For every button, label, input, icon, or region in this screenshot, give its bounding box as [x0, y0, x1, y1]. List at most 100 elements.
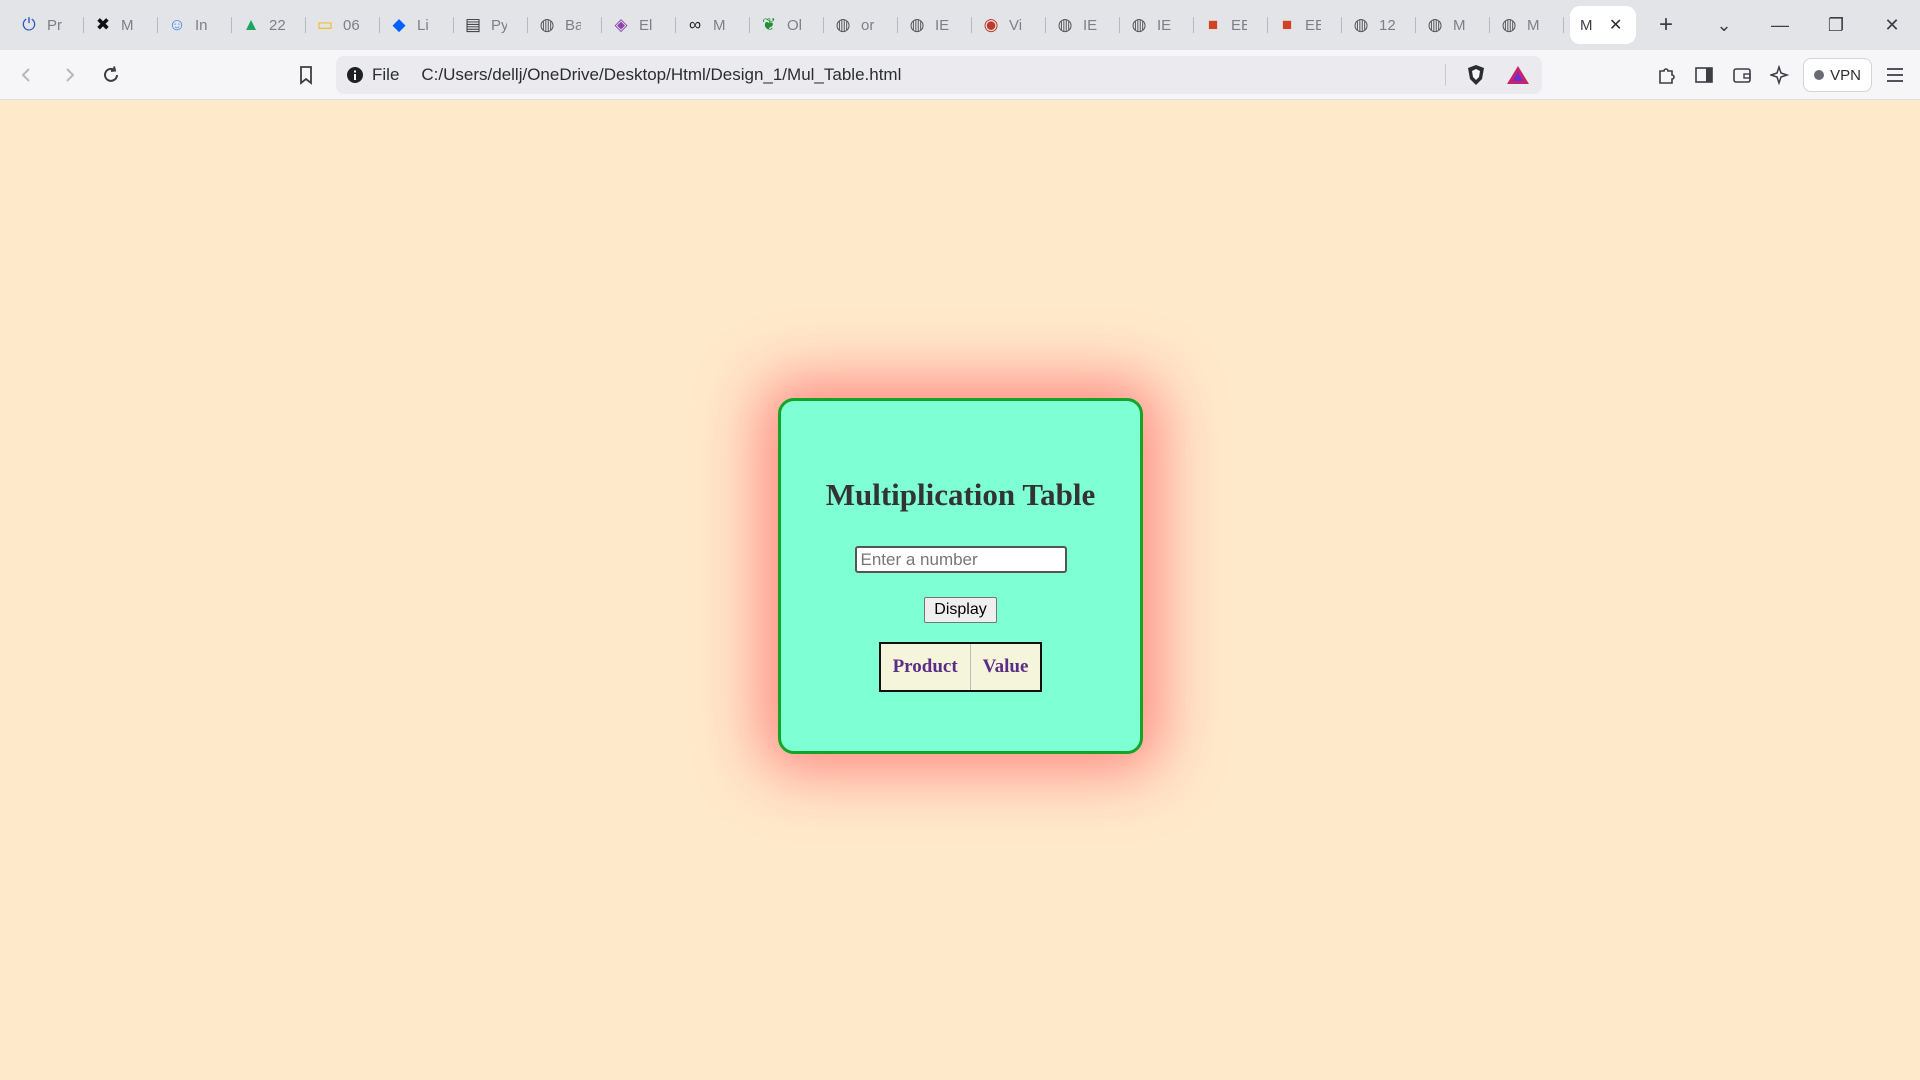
browser-tab[interactable]: ✖ M [84, 6, 158, 44]
wallet-icon [1733, 68, 1751, 83]
wallet-button[interactable] [1727, 60, 1757, 90]
leo-ai-button[interactable] [1765, 60, 1795, 90]
browser-tab[interactable]: ◈ El [602, 6, 676, 44]
value-header: Value [982, 656, 1029, 677]
browser-tab[interactable]: ◍ Ba [528, 6, 602, 44]
tab-title: or [861, 16, 875, 34]
globe-icon: ◍ [1057, 15, 1073, 34]
browser-toolbar: File C:/Users/dellj/OneDrive/Desktop/Htm… [0, 50, 1920, 100]
active-tab[interactable]: M ✕ [1570, 6, 1636, 44]
browser-tab[interactable]: ◍ M [1490, 6, 1564, 44]
tab-title: In [195, 16, 208, 34]
address-bar-actions [1445, 56, 1530, 94]
browser-tab[interactable]: ■ EE [1268, 6, 1342, 44]
browser-tab[interactable]: ◍ or [824, 6, 898, 44]
target-icon: ◉ [983, 15, 999, 34]
new-tab-button[interactable]: + [1646, 6, 1686, 44]
globe-icon: ◍ [1501, 15, 1517, 34]
browser-tab[interactable]: ◍ IE [1120, 6, 1194, 44]
book-icon: ▤ [464, 15, 482, 34]
site-info-label: File [372, 65, 400, 84]
restore-button[interactable]: ❐ [1808, 0, 1864, 50]
vpn-status-icon [1814, 70, 1825, 80]
browser-tab[interactable]: ▤ Py [454, 6, 528, 44]
extensions-button[interactable] [1651, 60, 1681, 90]
display-button[interactable]: Display [924, 597, 997, 623]
tab-title: IE [935, 16, 950, 34]
close-tab-icon[interactable]: ✕ [1609, 15, 1622, 35]
browser-tab[interactable]: ■ EE [1194, 6, 1268, 44]
tab-title: 06 [343, 16, 359, 34]
tab-list: ⏻ Pr ✖ M ☺ In ▲ 22 ▭ 06 ◆ Li ▤ Py ◍ Ba ◈ El ∞ M ❦ Ol ◍ or ◍ IE ◉ Vi… [0, 0, 1686, 50]
browser-tab[interactable]: ▭ 06 [306, 6, 380, 44]
power-icon: ⏻ [22, 15, 36, 34]
globe-icon: ◍ [1131, 15, 1147, 34]
hamburger-menu-icon [1887, 68, 1903, 82]
tab-title: M [1527, 16, 1540, 34]
tab-search-icon[interactable]: ⌄ [1696, 0, 1752, 50]
tab-title: Ol [787, 16, 802, 34]
vpn-button[interactable]: VPN [1803, 58, 1872, 92]
dropbox-icon: ◆ [392, 15, 406, 34]
sidebar-button[interactable] [1689, 60, 1719, 90]
tab-title: IE [1083, 16, 1098, 34]
puzzle-icon [1659, 68, 1675, 84]
minimize-button[interactable]: — [1752, 0, 1808, 50]
browser-tab[interactable]: ☺ In [158, 6, 232, 44]
window-controls: ⌄ — ❐ ✕ [1696, 0, 1920, 50]
forward-button[interactable] [50, 56, 88, 94]
slides-icon: ▭ [316, 15, 334, 34]
drive-icon: ▲ [242, 15, 260, 34]
browser-tab[interactable]: ◍ 12 [1342, 6, 1416, 44]
face-icon: ☺ [168, 15, 186, 34]
page-title: Multiplication Table [825, 477, 1096, 512]
tab-title: M [121, 16, 134, 34]
number-input[interactable] [854, 546, 1067, 573]
url-text[interactable]: C:/Users/dellj/OneDrive/Desktop/Html/Des… [421, 65, 901, 85]
divider [1445, 64, 1446, 86]
powerpoint-icon: ■ [1281, 15, 1293, 34]
browser-tab[interactable]: ◆ Li [380, 6, 454, 44]
powerpoint-icon: ■ [1207, 15, 1219, 34]
tab-title: 12 [1379, 16, 1395, 34]
globe-icon: ◍ [1427, 15, 1443, 34]
tab-title: Li [417, 16, 429, 34]
menu-button[interactable] [1880, 60, 1910, 90]
browser-tab[interactable]: ▲ 22 [232, 6, 306, 44]
table-header-row: Product Value [881, 644, 1041, 690]
arrow-left-icon [21, 67, 30, 82]
browser-tab[interactable]: ◉ Vi [972, 6, 1046, 44]
tab-title: 22 [269, 16, 285, 34]
reload-icon [104, 65, 118, 82]
brave-shield-icon[interactable] [1466, 64, 1486, 86]
browser-tab[interactable]: ◍ M [1416, 6, 1490, 44]
globe-icon: ◍ [909, 15, 925, 34]
tab-strip: ⏻ Pr ✖ M ☺ In ▲ 22 ▭ 06 ◆ Li ▤ Py ◍ Ba ◈ El ∞ M ❦ Ol ◍ or ◍ IE ◉ Vi… [0, 0, 1920, 50]
tab-title: M [1453, 16, 1466, 34]
close-window-button[interactable]: ✕ [1864, 0, 1920, 50]
sparkle-icon [1770, 65, 1790, 85]
arrow-right-icon [66, 67, 75, 82]
bookmark-button[interactable] [287, 56, 325, 94]
tab-title: IE [1157, 16, 1172, 34]
leaf-icon: ❦ [761, 15, 777, 34]
tab-title: EE [1305, 16, 1321, 34]
tab-title: El [639, 16, 653, 34]
tab-title: Py [491, 16, 507, 34]
globe-icon: ◍ [1353, 15, 1369, 34]
browser-tab[interactable]: ⏻ Pr [10, 6, 84, 44]
site-info-button[interactable]: File [346, 65, 399, 85]
tab-title: Pr [47, 16, 62, 34]
browser-tab[interactable]: ◍ IE [1046, 6, 1120, 44]
product-header: Product [881, 644, 971, 690]
brave-rewards-icon[interactable] [1506, 65, 1530, 85]
browser-tab[interactable]: ◍ IE [898, 6, 972, 44]
back-button[interactable] [8, 56, 46, 94]
browser-tab[interactable]: ∞ M [676, 6, 750, 44]
sidebar-icon [1695, 67, 1713, 83]
reload-button[interactable] [92, 56, 130, 94]
globe-icon: ◍ [835, 15, 851, 34]
browser-tab[interactable]: ❦ Ol [750, 6, 824, 44]
address-bar[interactable]: File C:/Users/dellj/OneDrive/Desktop/Htm… [336, 56, 1542, 94]
multiplication-card: Multiplication Table Display Product Val… [778, 398, 1143, 754]
